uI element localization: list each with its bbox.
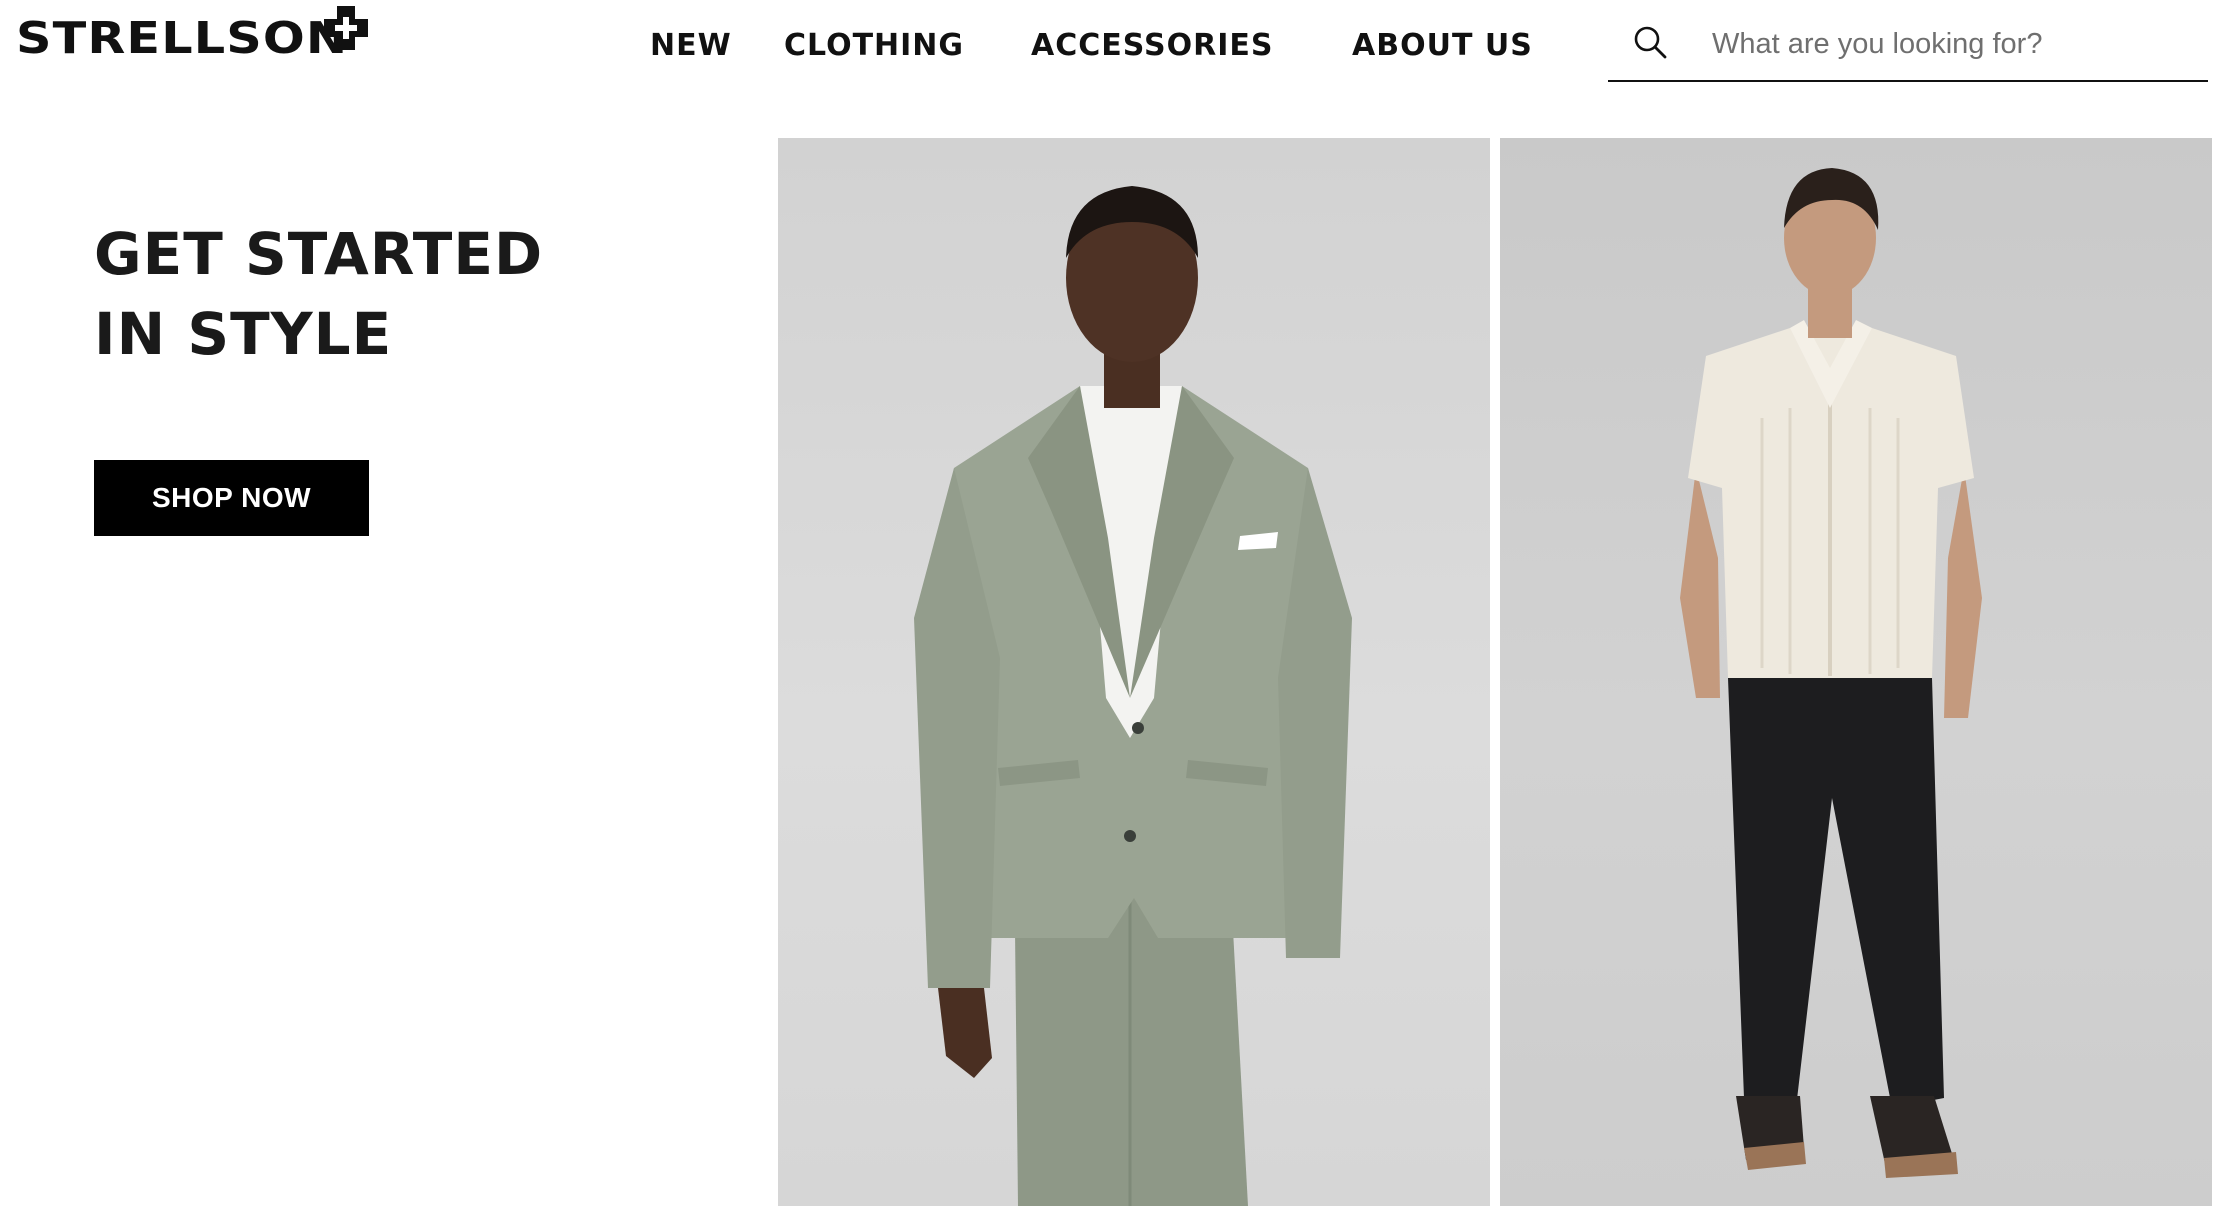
shop-now-button[interactable]: SHOP NOW	[94, 460, 369, 536]
brand-logo[interactable]: STRELLSON	[16, 10, 347, 66]
model-green-suit-image[interactable]	[778, 138, 1490, 1206]
green-suit-illustration	[914, 186, 1352, 1206]
nav-item-new[interactable]: NEW	[650, 24, 732, 68]
hero-title: GET STARTED IN STYLE	[94, 214, 543, 374]
hero-title-line-1: GET STARTED	[94, 220, 544, 288]
nav-item-about-us[interactable]: ABOUT US	[1352, 24, 1533, 68]
search-icon[interactable]	[1632, 24, 1668, 60]
nav-item-accessories[interactable]: ACCESSORIES	[1031, 24, 1273, 68]
site-header: STRELLSON NEW CLOTHING ACCESSORIES ABOUT…	[0, 0, 2216, 110]
search-input[interactable]	[1712, 18, 2192, 70]
search-bar[interactable]	[1608, 10, 2208, 82]
brand-name: STRELLSON	[16, 12, 349, 64]
model-knit-shirt-image[interactable]	[1500, 138, 2212, 1206]
cross-mark-icon[interactable]	[322, 4, 370, 52]
hero-title-line-2: IN STYLE	[94, 300, 393, 368]
knit-shirt-illustration	[1680, 168, 1982, 1178]
nav-item-clothing[interactable]: CLOTHING	[784, 24, 964, 68]
